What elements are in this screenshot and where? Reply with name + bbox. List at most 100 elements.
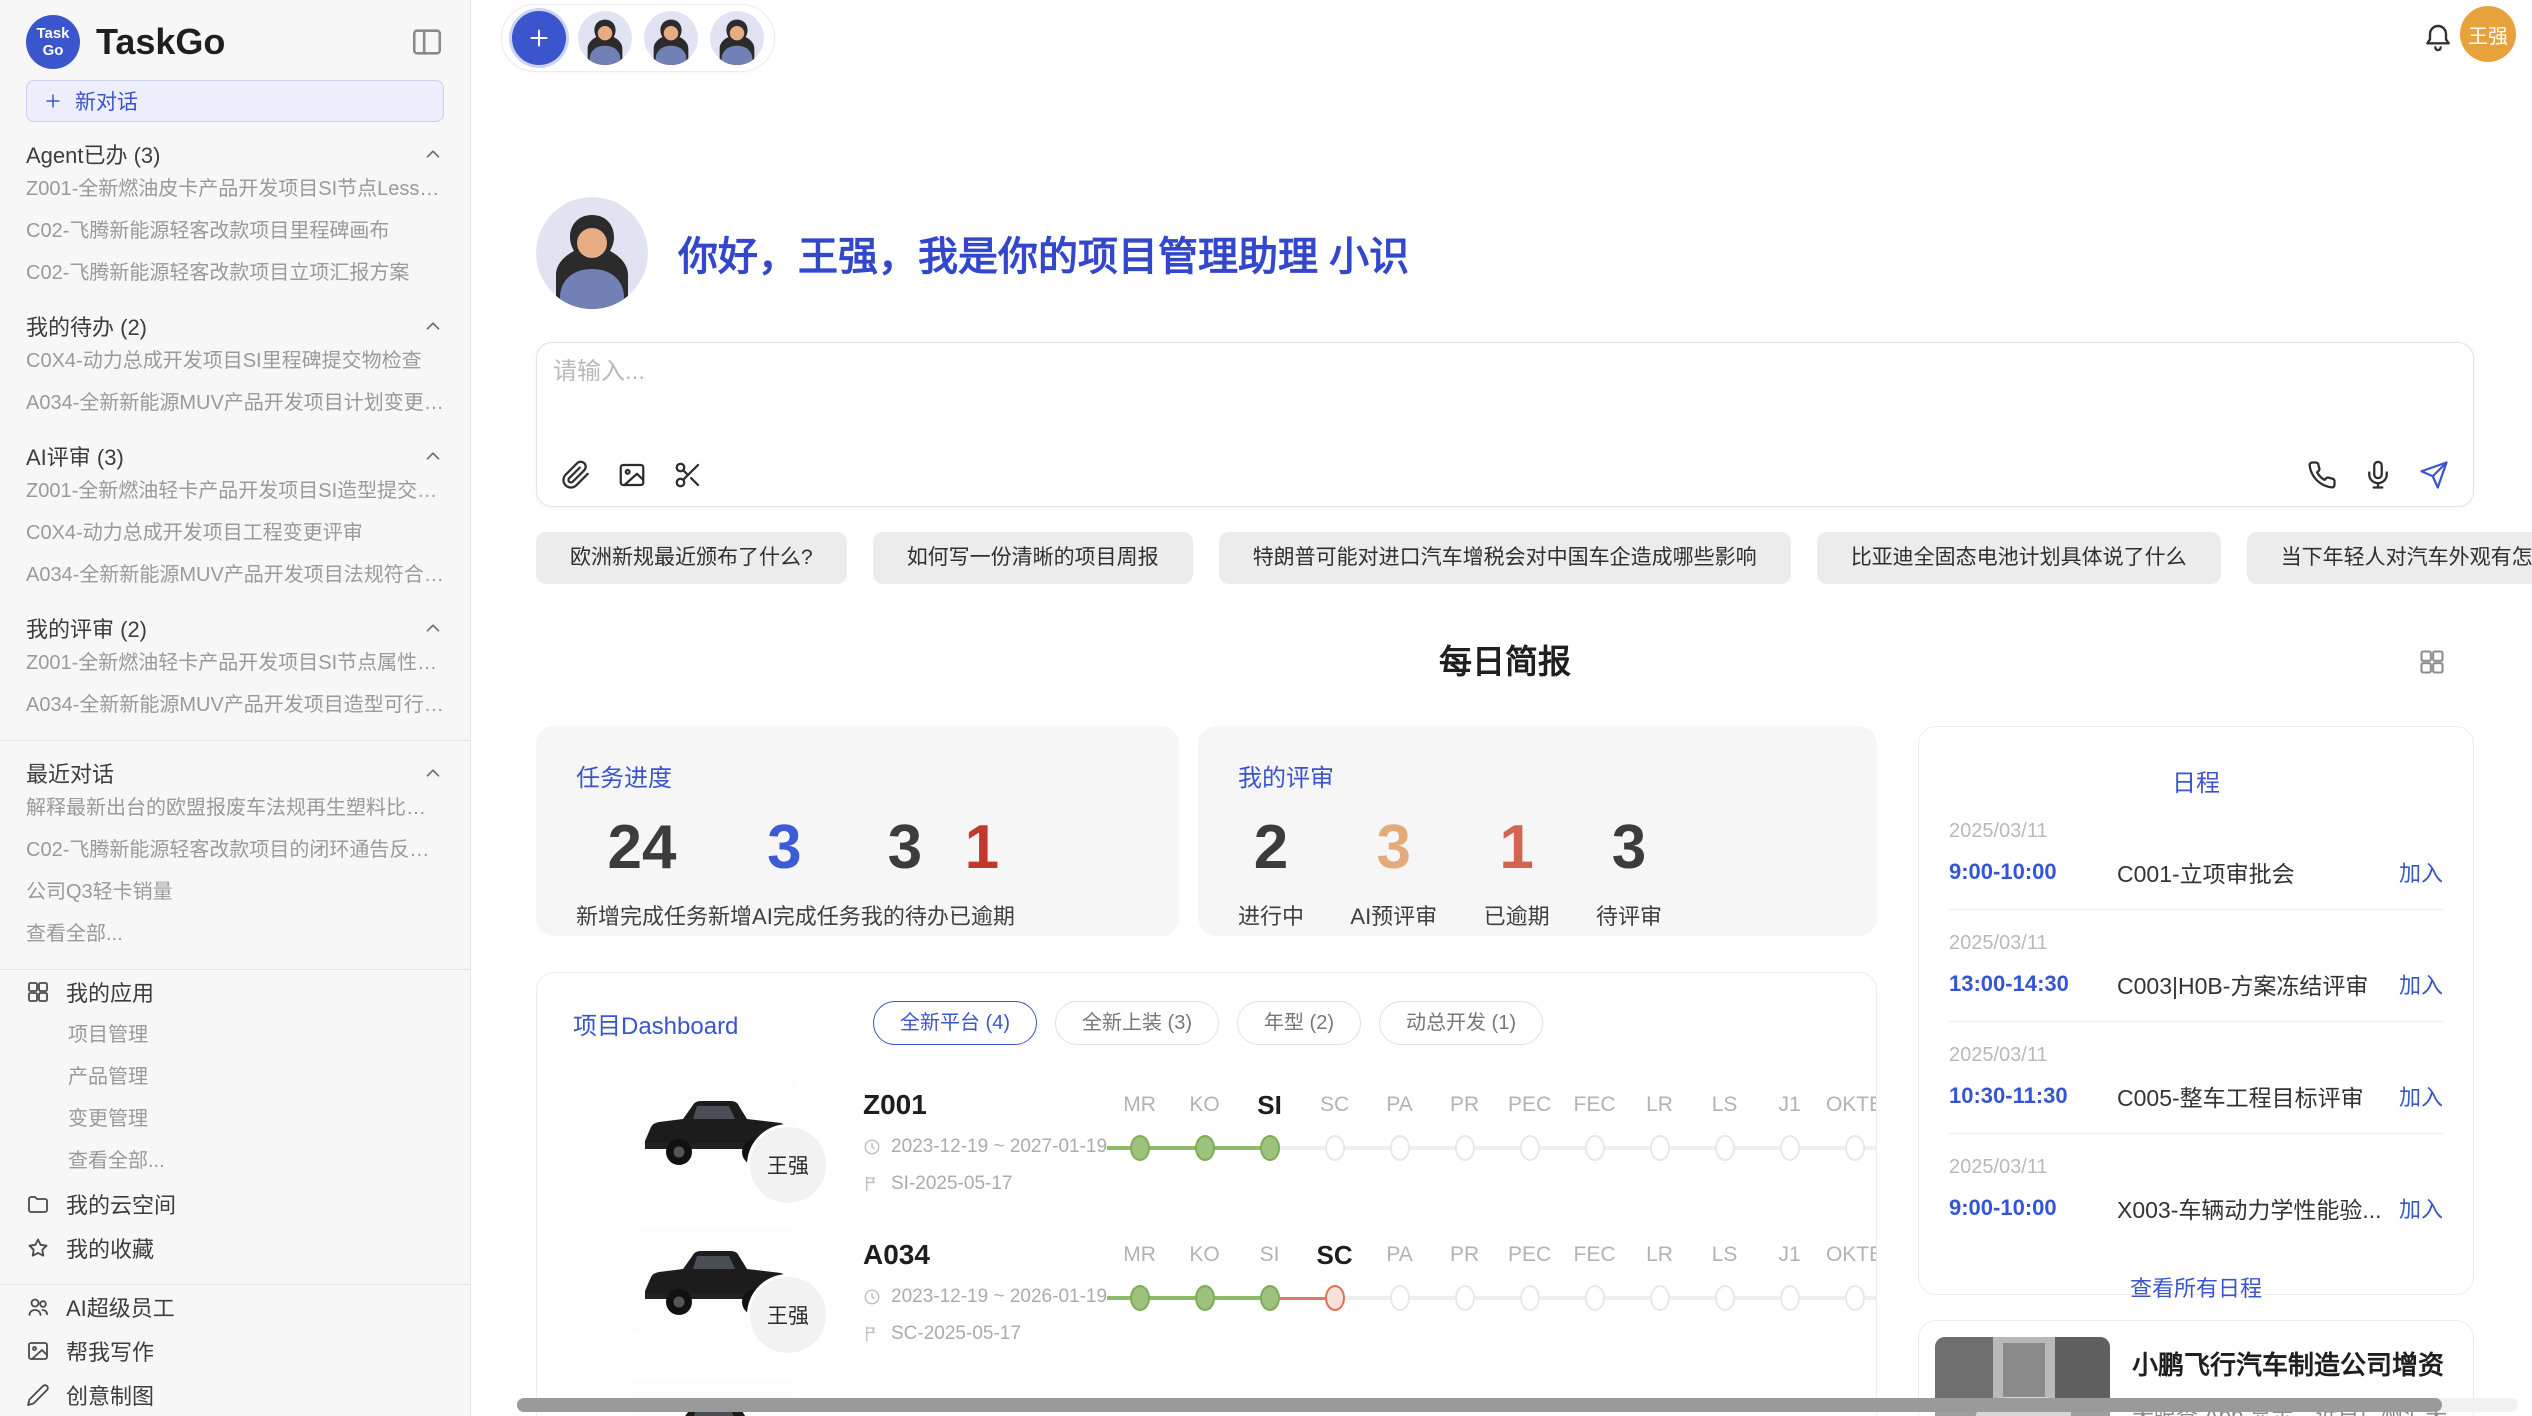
join-link[interactable]: 加入 — [2399, 1192, 2443, 1224]
folder-icon — [26, 1192, 50, 1216]
view-all-recent[interactable]: 查看全部... — [26, 913, 444, 955]
logo-text-top: Task — [36, 25, 69, 42]
project-code: A034 — [863, 1239, 1107, 1271]
stat-in-progress: 2 进行中 — [1238, 813, 1304, 931]
right-rail: 日程 2025/03/11 9:00-10:00 C001-立项审批会 加入 2… — [1918, 726, 2474, 1416]
image-upload-icon[interactable] — [617, 460, 647, 490]
horizontal-scrollbar-track[interactable] — [517, 1398, 2518, 1412]
list-item[interactable]: C02-飞腾新能源轻客改款项目里程碑画布 — [26, 210, 444, 252]
list-item[interactable]: 公司Q3轻卡销量 — [26, 871, 444, 913]
milestone-dot — [1845, 1285, 1865, 1311]
sidebar-collapse-icon[interactable] — [410, 25, 444, 59]
suggestion-chip[interactable]: 如何写一份清晰的项目周报 — [873, 532, 1193, 584]
send-icon[interactable] — [2419, 460, 2449, 490]
schedule-item: 2025/03/11 13:00-14:30 C003|H0B-方案冻结评审 加… — [1949, 910, 2443, 1022]
view-all-schedule-link[interactable]: 查看所有日程 — [1949, 1271, 2443, 1303]
milestone-dot — [1520, 1285, 1540, 1311]
join-link[interactable]: 加入 — [2399, 968, 2443, 1000]
horizontal-scrollbar-thumb[interactable] — [517, 1398, 2442, 1412]
list-item[interactable]: C0X4-动力总成开发项目工程变更评审 — [26, 512, 444, 554]
milestone-dot — [1650, 1135, 1670, 1161]
stat-review-overdue: 1 已逾期 — [1484, 813, 1550, 931]
suggestion-chip[interactable]: 特朗普可能对进口汽车增税会对中国车企造成哪些影响 — [1219, 532, 1791, 584]
schedule-item: 2025/03/11 10:30-11:30 C005-整车工程目标评审 加入 — [1949, 1022, 2443, 1134]
card-title: 我的评审 — [1238, 758, 1837, 793]
sidebar-item-change-mgmt[interactable]: 变更管理 — [26, 1098, 444, 1140]
phone-call-icon[interactable] — [2307, 460, 2337, 490]
microphone-icon[interactable] — [2363, 460, 2393, 490]
schedule-event-title: C003|H0B-方案冻结评审 — [2117, 967, 2385, 1001]
my-review-card: 我的评审 2 进行中 3 AI预评审 — [1198, 726, 1877, 936]
sidebar-item-product-mgmt[interactable]: 产品管理 — [26, 1056, 444, 1098]
attachment-icon[interactable] — [561, 460, 591, 490]
stat-ai-prereview: 3 AI预评审 — [1350, 813, 1437, 931]
clock-icon — [863, 1288, 881, 1306]
project-flag: SC-2025-05-17 — [891, 1323, 1021, 1345]
table-row[interactable]: 王强 Z001 2023-12-19 ~ 2027-01-19 — [573, 1079, 1840, 1195]
sidebar-header: Task Go TaskGo — [26, 0, 444, 72]
join-link[interactable]: 加入 — [2399, 1080, 2443, 1112]
schedule-item: 2025/03/11 9:00-10:00 C001-立项审批会 加入 — [1949, 798, 2443, 910]
suggestion-chip[interactable]: 当下年轻人对汽车外观有怎样的喜好趋势 — [2247, 532, 2532, 584]
chevron-up-icon[interactable] — [422, 617, 444, 639]
chevron-up-icon[interactable] — [422, 143, 444, 165]
milestone-dot — [1715, 1285, 1735, 1311]
daily-brief-title: 每日简报 — [536, 640, 2474, 684]
daily-brief-header: 每日简报 — [536, 640, 2474, 684]
list-item[interactable]: Z001-全新燃油皮卡产品开发项目SI节点Lesson Learn报告 — [26, 168, 444, 210]
list-item[interactable]: A034-全新新能源MUV产品开发项目法规符合性评审 — [26, 554, 444, 596]
milestone-dot — [1130, 1285, 1150, 1311]
sidebar-item-help-me-write[interactable]: 帮我写作 — [26, 1329, 444, 1373]
sidebar-item-ai-super-staff[interactable]: AI超级员工 — [26, 1285, 444, 1329]
join-link[interactable]: 加入 — [2399, 856, 2443, 888]
section-header-agent-done[interactable]: Agent已办 (3) — [26, 140, 444, 168]
section-header-ai-review[interactable]: AI评审 (3) — [26, 442, 444, 470]
suggestion-chip[interactable]: 欧洲新规最近颁布了什么? — [536, 532, 847, 584]
chevron-up-icon[interactable] — [422, 315, 444, 337]
new-chat-button[interactable]: 新对话 — [26, 80, 444, 122]
milestone-dot — [1585, 1135, 1605, 1161]
greeting-block: 你好，王强，我是你的项目管理助理 小识 — [536, 197, 2474, 309]
chevron-up-icon[interactable] — [422, 762, 444, 784]
tab-powertrain[interactable]: 动总开发 (1) — [1379, 1001, 1543, 1045]
view-all-apps[interactable]: 查看全部... — [26, 1140, 444, 1182]
stat-new-done: 24 新增完成任务 — [576, 813, 708, 931]
scissors-icon[interactable] — [673, 460, 703, 490]
schedule-date: 2025/03/11 — [1949, 1156, 2443, 1179]
chevron-up-icon[interactable] — [422, 445, 444, 467]
milestone-track: MR KO SI SC PA PR PEC FEC LR LS J1 — [1107, 1087, 1877, 1161]
list-item[interactable]: C02-飞腾新能源轻客改款项目的闭环通告反馈情况 — [26, 829, 444, 871]
chat-input-box[interactable] — [536, 342, 2474, 507]
plus-icon — [43, 91, 63, 111]
sidebar-item-creative-drawing[interactable]: 创意制图 — [26, 1373, 444, 1416]
tab-new-body[interactable]: 全新上装 (3) — [1055, 1001, 1219, 1045]
list-item[interactable]: C0X4-动力总成开发项目SI里程碑提交物检查 — [26, 340, 444, 382]
sidebar-item-favorites[interactable]: 我的收藏 — [26, 1226, 444, 1270]
tab-new-platform[interactable]: 全新平台 (4) — [873, 1001, 1037, 1045]
app-logo: Task Go — [26, 15, 80, 69]
milestone-dot — [1195, 1135, 1215, 1161]
table-row[interactable]: 王强 A034 2023-12-19 ~ 2026-01-19 — [573, 1229, 1840, 1345]
sidebar-item-my-apps[interactable]: 我的应用 — [26, 970, 444, 1014]
suggestion-chip[interactable]: 比亚迪全固态电池计划具体说了什么 — [1817, 532, 2221, 584]
list-item[interactable]: Z001-全新燃油轻卡产品开发项目SI造型提交物评审 — [26, 470, 444, 512]
schedule-event-title: X003-车辆动力学性能验... — [2117, 1191, 2385, 1225]
chat-input[interactable] — [551, 357, 2459, 387]
milestone-dot — [1585, 1285, 1605, 1311]
tab-year-model[interactable]: 年型 (2) — [1237, 1001, 1361, 1045]
list-item[interactable]: 解释最新出台的欧盟报废车法规再生塑料比例被调至15%... — [26, 787, 444, 829]
stats-row: 任务进度 24 新增完成任务 3 新增AI完成任务 — [536, 726, 1877, 936]
sidebar-item-cloud-space[interactable]: 我的云空间 — [26, 1182, 444, 1226]
project-thumbnail: 王强 — [631, 1229, 799, 1334]
input-toolbar-right — [2307, 460, 2449, 490]
section-header-my-review[interactable]: 我的评审 (2) — [26, 614, 444, 642]
sidebar: Task Go TaskGo 新对话 Agent已办 (3) Z001-全新燃油… — [0, 0, 471, 1416]
list-item[interactable]: A034-全新新能源MUV产品开发项目计划变更表编写 — [26, 382, 444, 424]
sidebar-item-project-mgmt[interactable]: 项目管理 — [26, 1014, 444, 1056]
list-item[interactable]: Z001-全新燃油轻卡产品开发项目SI节点属性5D文件评审 — [26, 642, 444, 684]
section-header-my-todo[interactable]: 我的待办 (2) — [26, 312, 444, 340]
list-item[interactable]: A034-全新新能源MUV产品开发项目造型可行性评审 — [26, 684, 444, 726]
section-header-recent-chats[interactable]: 最近对话 — [26, 759, 444, 787]
layout-grid-icon[interactable] — [2418, 648, 2446, 681]
list-item[interactable]: C02-飞腾新能源轻客改款项目立项汇报方案 — [26, 252, 444, 294]
